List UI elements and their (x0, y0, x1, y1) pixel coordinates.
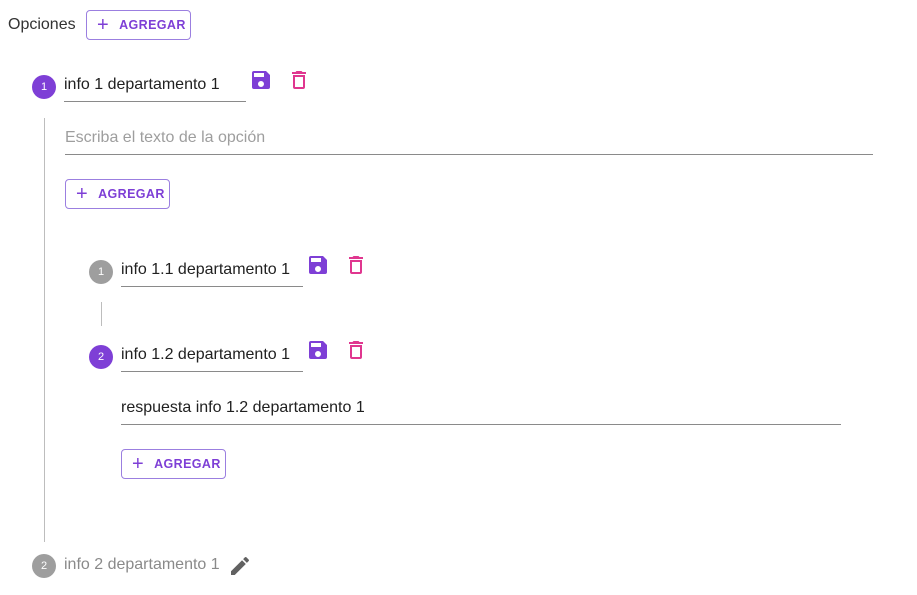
option-1-name-field[interactable]: info 1 departamento 1 (64, 75, 246, 102)
plus-icon: + (76, 183, 89, 205)
trash-icon[interactable] (344, 253, 368, 277)
step-connector-1 (44, 118, 45, 542)
suboption-1-name-field[interactable]: info 1.1 departamento 1 (121, 260, 303, 287)
suboption-2-answer-field[interactable]: respuesta info 1.2 departamento 1 (121, 398, 841, 425)
suboption-2-name-field[interactable]: info 1.2 departamento 1 (121, 345, 303, 372)
save-icon[interactable] (306, 338, 330, 362)
pencil-icon[interactable] (228, 554, 252, 578)
save-icon[interactable] (249, 68, 273, 92)
add-option-label: AGREGAR (119, 18, 186, 32)
add-option-button[interactable]: + AGREGAR (86, 10, 191, 40)
sub-step-badge-1: 1 (89, 260, 113, 284)
plus-icon: + (97, 14, 110, 36)
option-2-label[interactable]: info 2 departamento 1 (64, 555, 220, 575)
step-badge-2: 2 (32, 554, 56, 578)
sub-step-connector (101, 302, 102, 326)
save-icon[interactable] (306, 253, 330, 277)
add-answer-button[interactable]: + AGREGAR (121, 449, 226, 479)
add-suboption-button[interactable]: + AGREGAR (65, 179, 170, 209)
option-text-input[interactable]: Escriba el texto de la opción (65, 128, 873, 155)
step-badge-1: 1 (32, 75, 56, 99)
add-answer-label: AGREGAR (154, 457, 221, 471)
add-suboption-label: AGREGAR (98, 187, 165, 201)
plus-icon: + (132, 453, 145, 475)
trash-icon[interactable] (287, 68, 311, 92)
trash-icon[interactable] (344, 338, 368, 362)
sub-step-badge-2: 2 (89, 345, 113, 369)
options-title: Opciones (8, 16, 76, 33)
